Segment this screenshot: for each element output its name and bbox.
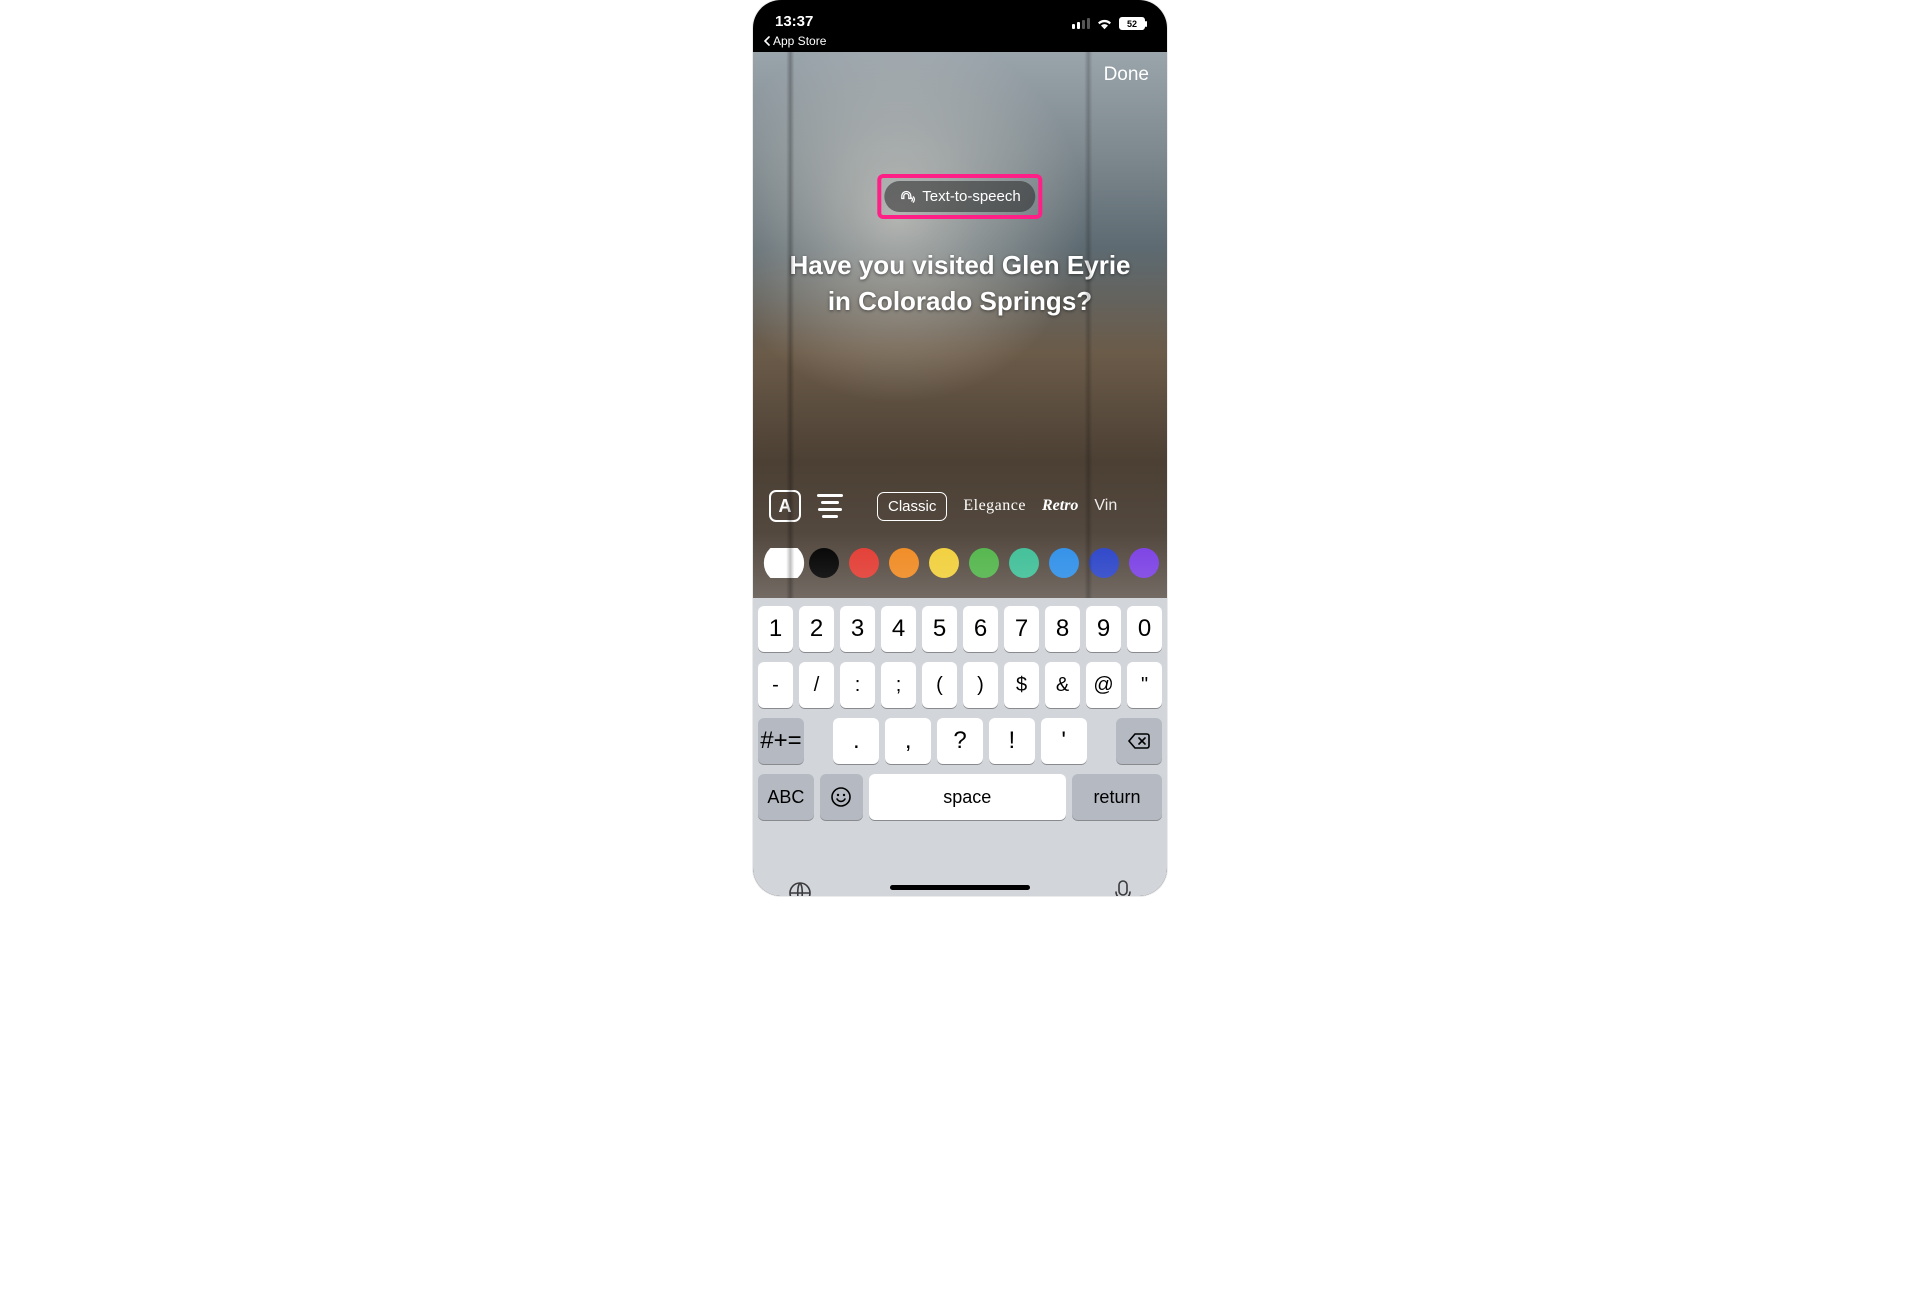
keyboard-row-2: - / : ; ( ) $ & @ " xyxy=(758,662,1162,708)
battery-icon: 52 xyxy=(1119,17,1145,30)
keyboard-row-4: ABC space return xyxy=(758,774,1162,820)
font-option-classic[interactable]: Classic xyxy=(877,492,947,521)
keyboard-row-1: 1 2 3 4 5 6 7 8 9 0 xyxy=(758,606,1162,652)
key[interactable]: , xyxy=(885,718,931,764)
color-swatch[interactable] xyxy=(1009,548,1039,578)
key[interactable]: / xyxy=(799,662,834,708)
key[interactable]: . xyxy=(833,718,879,764)
key[interactable]: 3 xyxy=(840,606,875,652)
color-swatch[interactable] xyxy=(1129,548,1159,578)
keyboard: 1 2 3 4 5 6 7 8 9 0 - / : ; ( ) $ & @ xyxy=(753,598,1167,868)
color-swatch[interactable] xyxy=(929,548,959,578)
tts-highlight: Text-to-speech xyxy=(877,174,1042,219)
key[interactable]: ; xyxy=(881,662,916,708)
done-button[interactable]: Done xyxy=(1104,64,1149,86)
backspace-icon xyxy=(1127,732,1151,750)
color-picker[interactable] xyxy=(753,548,1167,578)
font-option-elegance[interactable]: Elegance xyxy=(963,497,1026,515)
key[interactable]: 4 xyxy=(881,606,916,652)
keyboard-row-3: #+= . , ? ! ' xyxy=(758,718,1162,764)
wifi-icon xyxy=(1096,18,1113,30)
key-return[interactable]: return xyxy=(1072,774,1162,820)
back-label: App Store xyxy=(773,34,826,48)
key[interactable]: ) xyxy=(963,662,998,708)
status-bar: 13:37 52 xyxy=(753,0,1167,30)
color-swatch[interactable] xyxy=(1049,548,1079,578)
color-swatch[interactable] xyxy=(767,548,801,578)
text-to-speech-button[interactable]: Text-to-speech xyxy=(884,181,1035,212)
text-align-button[interactable] xyxy=(815,494,845,518)
key[interactable]: - xyxy=(758,662,793,708)
key[interactable]: : xyxy=(840,662,875,708)
key-emoji[interactable] xyxy=(820,774,863,820)
color-swatch[interactable] xyxy=(809,548,839,578)
key[interactable]: $ xyxy=(1004,662,1039,708)
key[interactable]: ! xyxy=(989,718,1035,764)
cellular-icon xyxy=(1072,18,1090,29)
text-style-button[interactable]: A xyxy=(769,490,801,522)
key[interactable]: 6 xyxy=(963,606,998,652)
key[interactable]: ? xyxy=(937,718,983,764)
color-swatch[interactable] xyxy=(969,548,999,578)
key[interactable]: 2 xyxy=(799,606,834,652)
overlay-text[interactable]: Have you visited Glen Eyrie in Colorado … xyxy=(782,248,1138,320)
chevron-left-icon xyxy=(763,36,771,46)
key[interactable]: 7 xyxy=(1004,606,1039,652)
story-editor: Done Text-to-speech Have you visited Gle… xyxy=(753,52,1167,598)
key[interactable]: 8 xyxy=(1045,606,1080,652)
back-to-app[interactable]: App Store xyxy=(753,30,1167,52)
font-option-vintage[interactable]: Vin xyxy=(1094,497,1117,515)
key[interactable]: 9 xyxy=(1086,606,1121,652)
key[interactable]: ' xyxy=(1041,718,1087,764)
font-option-retro[interactable]: Retro xyxy=(1042,497,1078,515)
globe-icon[interactable] xyxy=(787,880,813,896)
key[interactable]: @ xyxy=(1086,662,1121,708)
color-swatch[interactable] xyxy=(1089,548,1119,578)
text-toolbar: A Classic Elegance Retro Vin xyxy=(753,490,1167,522)
key-abc[interactable]: ABC xyxy=(758,774,814,820)
home-indicator xyxy=(890,885,1030,890)
status-icons: 52 xyxy=(1072,17,1145,30)
keyboard-bottom-bar xyxy=(753,868,1167,896)
status-time: 13:37 xyxy=(775,13,813,30)
key[interactable]: 1 xyxy=(758,606,793,652)
key[interactable]: 5 xyxy=(922,606,957,652)
tts-icon xyxy=(899,189,915,205)
emoji-icon xyxy=(830,786,852,808)
tts-label: Text-to-speech xyxy=(922,188,1020,205)
key-space[interactable]: space xyxy=(869,774,1066,820)
key-symbols[interactable]: #+= xyxy=(758,718,804,764)
color-swatch[interactable] xyxy=(889,548,919,578)
font-picker[interactable]: Classic Elegance Retro Vin xyxy=(859,492,1151,521)
key-backspace[interactable] xyxy=(1116,718,1162,764)
key[interactable]: 0 xyxy=(1127,606,1162,652)
mic-icon[interactable] xyxy=(1113,879,1133,896)
phone-frame: 13:37 52 App Store Done xyxy=(753,0,1167,896)
color-swatch[interactable] xyxy=(849,548,879,578)
key[interactable]: ( xyxy=(922,662,957,708)
key[interactable]: & xyxy=(1045,662,1080,708)
key[interactable]: " xyxy=(1127,662,1162,708)
